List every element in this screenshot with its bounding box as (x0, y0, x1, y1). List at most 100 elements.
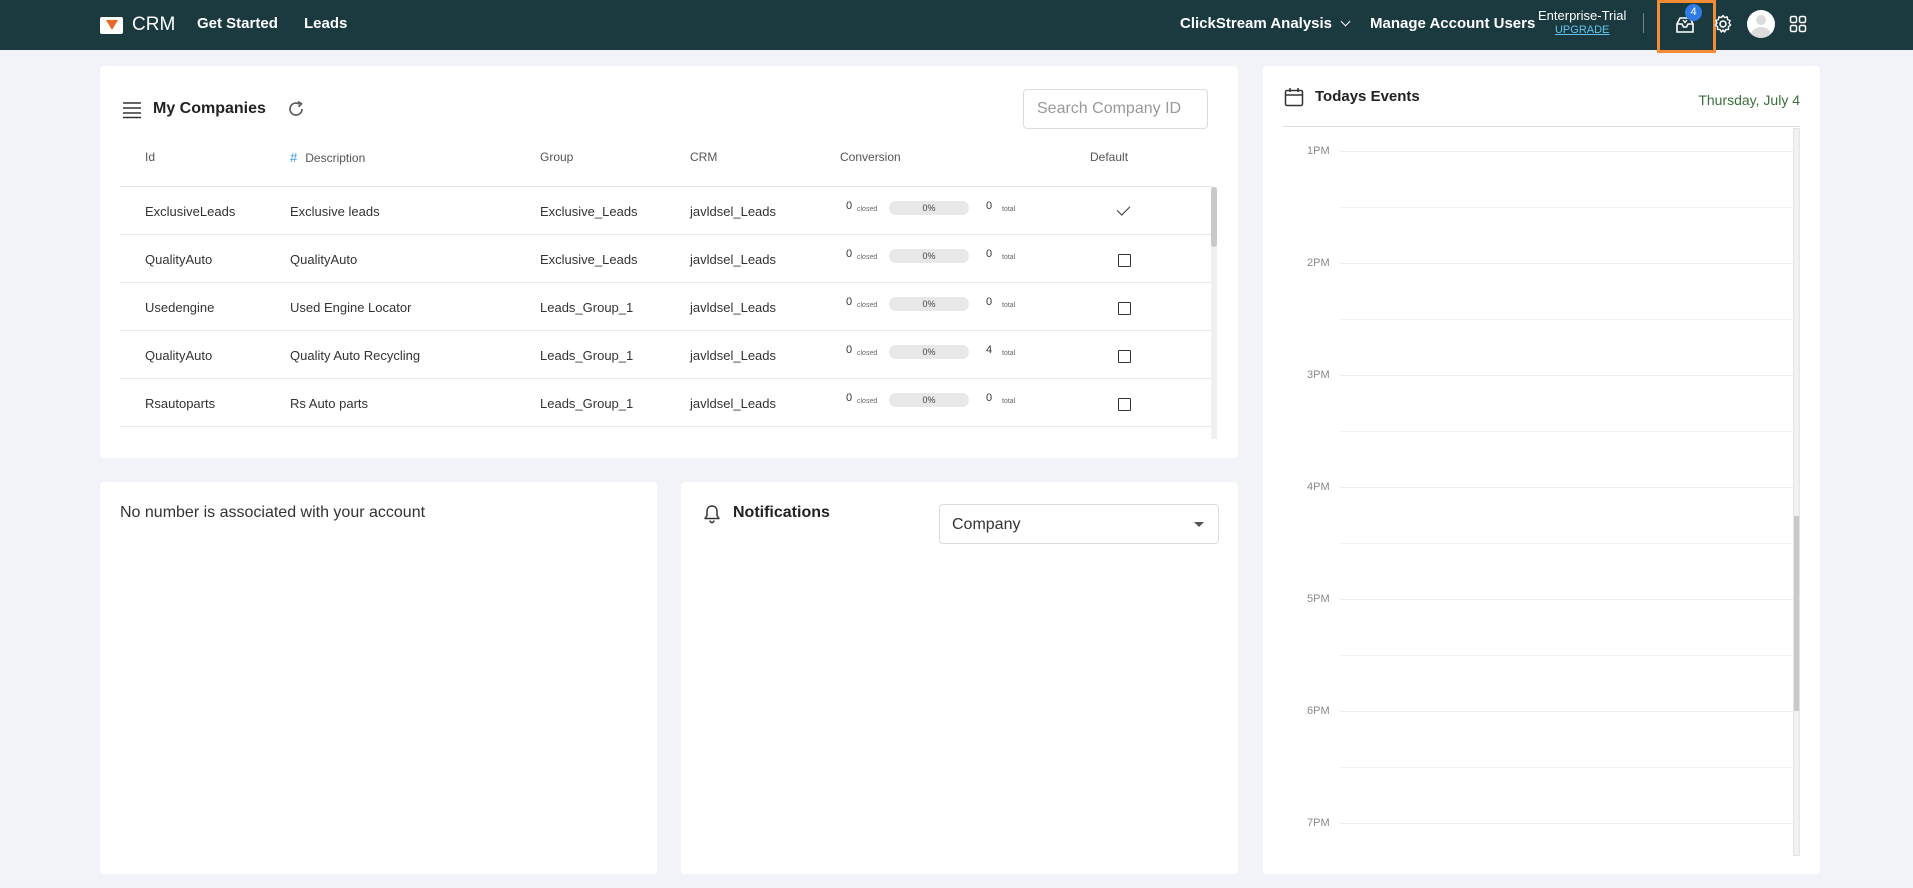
default-checkbox[interactable] (1118, 398, 1131, 411)
nav-get-started[interactable]: Get Started (197, 15, 278, 32)
closed-count: 0 (846, 344, 853, 356)
cell-group: Exclusive_Leads (540, 204, 638, 219)
default-checkbox[interactable] (1118, 302, 1131, 315)
manage-account-users-link[interactable]: Manage Account Users (1370, 15, 1535, 32)
closed-label: closed (857, 302, 878, 309)
closed-count: 0 (846, 200, 853, 212)
search-company-input[interactable] (1023, 89, 1208, 129)
chevron-down-icon (1340, 16, 1351, 27)
gear-icon[interactable] (1713, 14, 1733, 34)
inbox-button[interactable]: 4 (1657, 0, 1716, 53)
half-hour-gridline (1340, 207, 1794, 208)
hour-label: 3PM (1307, 369, 1330, 381)
closed-count: 0 (846, 248, 853, 260)
total-label: total (1002, 206, 1016, 213)
half-hour-gridline (1340, 767, 1794, 768)
column-header-crm[interactable]: CRM (690, 150, 717, 164)
closed-label: closed (857, 350, 878, 357)
table-row[interactable]: ExclusiveLeads Exclusive leads Exclusive_L… (120, 187, 1212, 235)
cell-id: Rsautoparts (145, 396, 216, 411)
table-row[interactable]: Usedengine Used Engine Locator Leads_Group… (120, 283, 1212, 331)
hour-gridline (1340, 151, 1794, 152)
events-timeline[interactable]: 1PM 2PM 3PM 4PM 5PM 6PM 7PM (1283, 127, 1800, 857)
bell-icon (704, 505, 720, 524)
cell-crm: javldsel_Leads (690, 252, 777, 267)
hour-gridline (1340, 599, 1794, 600)
conversion-progress-bar: 0% (889, 249, 969, 263)
closed-count: 0 (846, 392, 853, 404)
list-icon (123, 102, 141, 119)
cell-id: Usedengine (145, 300, 215, 315)
table-header: Id # Description Group CRM Conversion Def… (120, 150, 1128, 184)
conversion-progress-bar: 0% (889, 297, 969, 311)
total-count: 0 (986, 296, 993, 308)
workspace-name: ClickStream Analysis (1180, 15, 1333, 32)
refresh-icon[interactable] (286, 99, 306, 119)
hour-gridline (1340, 823, 1794, 824)
column-header-group[interactable]: Group (540, 150, 573, 164)
caret-down-icon (1194, 522, 1204, 527)
hour-label: 2PM (1307, 257, 1330, 269)
card-title: My Companies (153, 100, 266, 117)
todays-events-card: Todays Events Thursday, July 4 1PM 2PM 3PM… (1263, 66, 1820, 874)
hour-label: 1PM (1307, 145, 1330, 157)
default-checkbox[interactable] (1118, 350, 1131, 363)
column-header-description[interactable]: # Description (290, 150, 365, 165)
table-row[interactable]: QualityAuto Quality Auto Recycling Leads_G… (120, 331, 1212, 379)
upgrade-link[interactable]: UPGRADE (1538, 24, 1626, 36)
card-title: Notifications (733, 504, 830, 521)
plan-name: Enterprise-Trial (1538, 8, 1627, 23)
cell-description: Rs Auto parts (290, 396, 369, 411)
hour-gridline (1340, 711, 1794, 712)
cell-description: Quality Auto Recycling (290, 348, 421, 363)
my-companies-card: My Companies Id #Description Group CRM C… (100, 66, 1238, 458)
notification-filter-select[interactable]: Company (939, 504, 1219, 544)
column-header-default[interactable]: Default (1090, 150, 1128, 164)
user-avatar[interactable] (1747, 10, 1775, 38)
default-checkmark-icon[interactable] (1116, 202, 1131, 216)
timeline-scrollbar[interactable] (1793, 128, 1800, 856)
cell-id: ExclusiveLeads (145, 204, 236, 219)
default-checkbox[interactable] (1118, 254, 1131, 267)
cell-id: QualityAuto (145, 348, 213, 363)
cell-crm: javldsel_Leads (690, 348, 777, 363)
calendar-icon (1284, 88, 1304, 107)
column-header-id[interactable]: Id (145, 150, 155, 164)
total-label: total (1002, 302, 1016, 309)
no-number-message: No number is associated with your accoun… (120, 504, 426, 521)
hour-gridline (1340, 263, 1794, 264)
total-count: 4 (986, 344, 993, 356)
workspace-dropdown[interactable]: ClickStream Analysis (1180, 15, 1351, 32)
cell-conversion: 0 closed 0% 0 total (846, 198, 1026, 218)
hash-icon: # (290, 150, 298, 165)
conversion-progress-bar: 0% (889, 201, 969, 215)
cell-description: Exclusive leads (290, 204, 380, 219)
closed-label: closed (857, 254, 878, 261)
cell-group: Leads_Group_1 (540, 300, 634, 315)
table-row[interactable]: Rsautoparts Rs Auto parts Leads_Group_1 jav… (120, 379, 1212, 427)
nav-leads[interactable]: Leads (304, 15, 347, 32)
cell-conversion: 0 closed 0% 0 total (846, 294, 1026, 314)
half-hour-gridline (1340, 543, 1794, 544)
column-header-conversion[interactable]: Conversion (840, 150, 901, 164)
inbox-count-badge: 4 (1685, 4, 1702, 21)
hour-gridline (1340, 487, 1794, 488)
phone-number-card: No number is associated with your accoun… (100, 482, 657, 874)
half-hour-gridline (1340, 655, 1794, 656)
closed-label: closed (857, 398, 878, 405)
table-scrollbar-thumb[interactable] (1211, 187, 1217, 247)
brand[interactable]: CRM (100, 14, 175, 36)
half-hour-gridline (1340, 319, 1794, 320)
total-label: total (1002, 254, 1016, 261)
timeline-scrollbar-thumb[interactable] (1794, 516, 1799, 711)
total-label: total (1002, 398, 1016, 405)
cell-group: Leads_Group_1 (540, 348, 634, 363)
table-row[interactable]: QualityAuto QualityAuto Exclusive_Leads jav… (120, 235, 1212, 283)
companies-table-body: ExclusiveLeads Exclusive leads Exclusive_L… (120, 187, 1212, 427)
cell-crm: javldsel_Leads (690, 300, 777, 315)
cell-conversion: 0 closed 0% 0 total (846, 246, 1026, 266)
apps-grid-icon[interactable] (1789, 15, 1807, 33)
hour-label: 7PM (1307, 817, 1330, 829)
cell-id: QualityAuto (145, 252, 213, 267)
select-value: Company (952, 516, 1021, 533)
